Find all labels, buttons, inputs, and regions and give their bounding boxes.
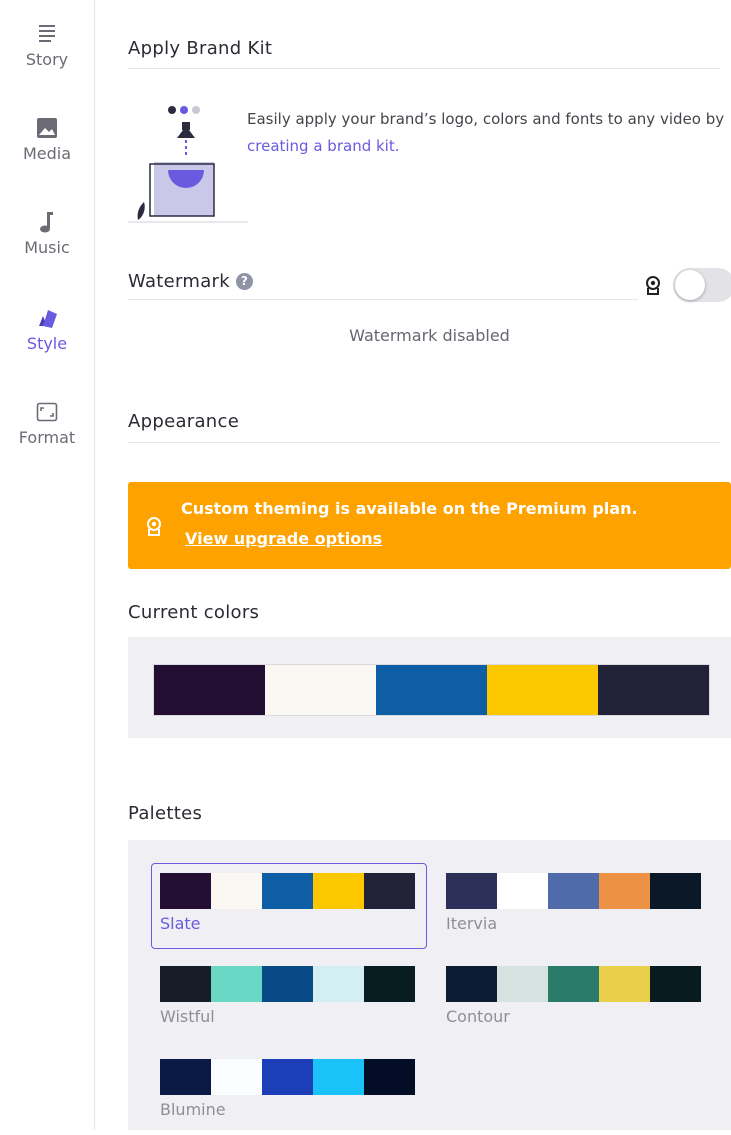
palette-itervia[interactable]: Itervia bbox=[437, 863, 713, 949]
palette-color-swatch bbox=[548, 873, 599, 909]
palettes-title: Palettes bbox=[128, 803, 203, 824]
brand-kit-title: Apply Brand Kit bbox=[128, 38, 273, 59]
palette-color-swatch bbox=[160, 1059, 211, 1095]
style-panel: Apply Brand Kit Easily apply your brand’… bbox=[128, 0, 731, 1130]
palette-color-swatch bbox=[364, 873, 415, 909]
palette-color-swatch bbox=[211, 1059, 262, 1095]
sidebar-item-style[interactable]: Style bbox=[0, 306, 94, 353]
sidebar-item-format[interactable]: Format bbox=[0, 400, 94, 447]
palette-color-swatch bbox=[262, 1059, 313, 1095]
current-colors-panel bbox=[128, 637, 731, 738]
palette-color-swatch bbox=[364, 966, 415, 1002]
palette-slate[interactable]: Slate bbox=[151, 863, 427, 949]
sidebar-item-label: Style bbox=[26, 334, 68, 353]
color-swatch bbox=[154, 665, 265, 715]
sidebar-item-label: Media bbox=[22, 144, 72, 163]
current-colors-title: Current colors bbox=[128, 602, 260, 623]
palette-color-swatch bbox=[599, 873, 650, 909]
sidebar: Story Media Music Style Format bbox=[0, 0, 95, 1130]
divider bbox=[128, 442, 720, 443]
palette-color-swatch bbox=[364, 1059, 415, 1095]
palette-blumine[interactable]: Blumine bbox=[151, 1049, 427, 1135]
sidebar-item-label: Format bbox=[18, 428, 76, 447]
palette-color-swatch bbox=[446, 966, 497, 1002]
palettes-panel: Slate Itervia Wistful Contour Blumine bbox=[128, 840, 731, 1130]
palette-name: Wistful bbox=[160, 1007, 215, 1026]
palette-color-swatch bbox=[548, 966, 599, 1002]
view-upgrade-options-link[interactable]: View upgrade options bbox=[185, 529, 382, 548]
palette-color-swatch bbox=[650, 873, 701, 909]
palette-name: Slate bbox=[160, 914, 201, 933]
upgrade-message: Custom theming is available on the Premi… bbox=[181, 499, 638, 518]
watermark-title-row: Watermark? bbox=[128, 271, 253, 292]
sidebar-item-label: Story bbox=[25, 50, 69, 69]
palette-color-swatch bbox=[262, 873, 313, 909]
palette-color-strip bbox=[446, 966, 701, 1002]
palette-contour[interactable]: Contour bbox=[437, 956, 713, 1042]
palette-name: Itervia bbox=[446, 914, 498, 933]
palette-color-strip bbox=[160, 1059, 415, 1095]
palette-color-swatch bbox=[160, 873, 211, 909]
brand-kit-text: Easily apply your brand’s logo, colors a… bbox=[247, 110, 725, 128]
sidebar-item-media[interactable]: Media bbox=[0, 116, 94, 163]
palette-color-swatch bbox=[497, 873, 548, 909]
premium-badge-icon bbox=[147, 517, 161, 536]
style-swatches-icon bbox=[39, 310, 57, 328]
palette-color-swatch bbox=[160, 966, 211, 1002]
palette-color-swatch bbox=[313, 873, 364, 909]
watermark-title: Watermark bbox=[128, 271, 230, 292]
sidebar-item-label: Music bbox=[24, 238, 70, 257]
help-icon[interactable]: ? bbox=[235, 273, 253, 290]
current-colors-swatches bbox=[153, 664, 710, 716]
palette-color-swatch bbox=[313, 1059, 364, 1095]
palette-color-swatch bbox=[211, 966, 262, 1002]
palette-color-swatch bbox=[313, 966, 364, 1002]
image-icon bbox=[37, 118, 57, 138]
watermark-toggle[interactable] bbox=[673, 268, 731, 302]
upgrade-banner: Custom theming is available on the Premi… bbox=[128, 482, 731, 569]
color-swatch bbox=[376, 665, 487, 715]
color-swatch bbox=[265, 665, 376, 715]
color-swatch bbox=[487, 665, 598, 715]
brand-kit-illustration bbox=[128, 106, 248, 223]
palette-color-swatch bbox=[262, 966, 313, 1002]
palette-color-swatch bbox=[446, 873, 497, 909]
palette-name: Contour bbox=[446, 1007, 510, 1026]
watermark-status: Watermark disabled bbox=[349, 326, 510, 345]
palette-color-swatch bbox=[497, 966, 548, 1002]
appearance-title: Appearance bbox=[128, 411, 240, 432]
sidebar-item-story[interactable]: Story bbox=[0, 22, 94, 69]
palette-color-swatch bbox=[599, 966, 650, 1002]
format-frame-icon bbox=[36, 402, 58, 422]
create-brand-kit-link[interactable]: creating a brand kit. bbox=[247, 137, 400, 155]
palette-color-strip bbox=[160, 966, 415, 1002]
divider bbox=[128, 68, 720, 69]
palette-wistful[interactable]: Wistful bbox=[151, 956, 427, 1042]
sidebar-item-music[interactable]: Music bbox=[0, 210, 94, 257]
premium-badge-icon bbox=[646, 276, 660, 295]
palette-color-swatch bbox=[650, 966, 701, 1002]
divider bbox=[128, 299, 638, 300]
palette-color-swatch bbox=[211, 873, 262, 909]
music-note-icon bbox=[40, 212, 53, 233]
story-lines-icon bbox=[39, 25, 55, 42]
brand-kit-description: Easily apply your brand’s logo, colors a… bbox=[247, 106, 727, 160]
color-swatch bbox=[598, 665, 709, 715]
toggle-knob bbox=[675, 270, 705, 300]
palette-color-strip bbox=[160, 873, 415, 909]
palette-color-strip bbox=[446, 873, 701, 909]
palette-name: Blumine bbox=[160, 1100, 226, 1119]
